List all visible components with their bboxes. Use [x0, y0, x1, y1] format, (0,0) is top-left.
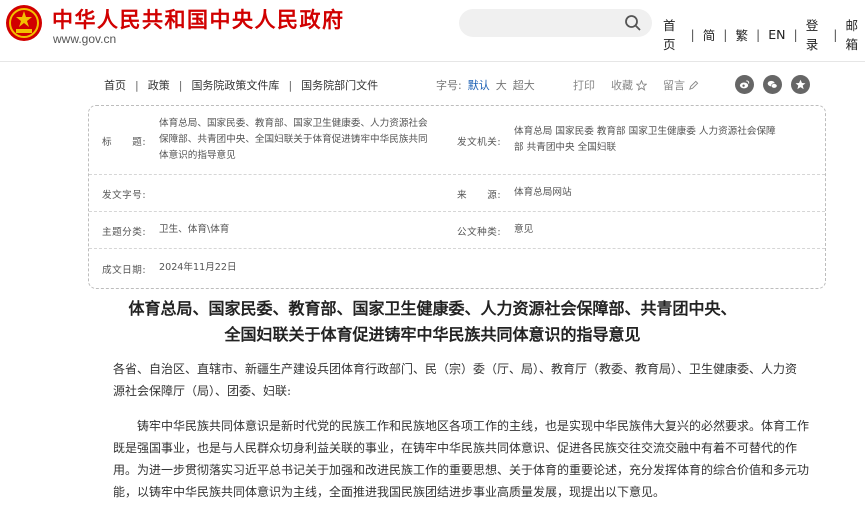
weibo-icon[interactable] [735, 75, 754, 94]
breadcrumb-policy[interactable]: 政策 [148, 77, 170, 93]
article-title-line: 全国妇联关于体育促进铸牢中华民族共同体意识的指导意见 [224, 325, 641, 344]
body-line: 能，以铸牢中华民族共同体意识为主线，全面推进我国民族团结进步事业高质量发展，现提… [113, 485, 666, 499]
info-row-docno: 发文字号: 来 源: 体育总局网站 [89, 175, 825, 212]
article-title: 体育总局、国家民委、教育部、国家卫生健康委、人力资源社会保障部、共青团中央、 全… [0, 296, 865, 348]
nav-english[interactable]: EN [768, 27, 785, 42]
breadcrumb: 首页 | 政策 | 国务院政策文件库 | 国务院部门文件 [104, 77, 378, 93]
nav-divider: | [756, 26, 761, 42]
nav-divider: | [690, 26, 695, 42]
nav-mail[interactable]: 邮箱 [845, 15, 865, 53]
article-body: 铸牢中华民族共同体意识是新时代党的民族工作和民族地区各项工作的主线，也是实现中华… [113, 415, 833, 503]
print-button[interactable]: 打印 [573, 77, 595, 93]
genre-label: 公文种类: [457, 227, 502, 238]
source-label: 来 源: [457, 190, 502, 201]
source-value: 体育总局网站 [514, 187, 572, 198]
font-size-large[interactable]: 大 [496, 77, 507, 93]
title-label: 标 题: [102, 137, 147, 148]
nav-divider: | [723, 26, 728, 42]
site-url: www.gov.cn [53, 32, 117, 46]
nav-home[interactable]: 首页 [663, 15, 683, 53]
title-value: 体育总局、国家民委、教育部、国家卫生健康委、人力资源社会 保障部、共青团中央、全… [159, 116, 459, 164]
article-title-line: 体育总局、国家民委、教育部、国家卫生健康委、人力资源社会保障部、共青团中央、 [128, 299, 737, 318]
wechat-icon[interactable] [763, 75, 782, 94]
issuer-value-line: 体育总局 国家民委 教育部 国家卫生健康委 人力资源社会保障 [514, 126, 776, 137]
nav-traditional[interactable]: 繁 [736, 25, 749, 44]
body-line: 铸牢中华民族共同体意识是新时代党的民族工作和民族地区各项工作的主线，也是实现中华… [137, 419, 810, 433]
date-label: 成文日期: [102, 265, 147, 276]
issuer-value-line: 部 共青团中央 全国妇联 [514, 142, 617, 153]
font-size-switcher: 字号: 默认 大 超大 [436, 77, 535, 93]
info-row-topic: 主题分类: 卫生、体育\体育 公文种类: 意见 [89, 212, 825, 249]
info-row-title: 标 题: 体育总局、国家民委、教育部、国家卫生健康委、人力资源社会 保障部、共青… [89, 106, 825, 175]
search-icon[interactable] [624, 14, 642, 32]
title-value-line: 保障部、共青团中央、全国妇联关于体育促进铸牢中华民族共同 [159, 134, 428, 145]
font-size-xlarge[interactable]: 超大 [513, 77, 535, 93]
body-line: 用。为进一步贯彻落实习近平总书记关于加强和改进民族工作的重要思想、关于体育的重要… [113, 463, 810, 477]
salutation-line: 源社会保障厅（局）、团委、妇联: [113, 384, 292, 398]
issuer-value: 体育总局 国家民委 教育部 国家卫生健康委 人力资源社会保障 部 共青团中央 全… [514, 124, 814, 156]
font-size-default[interactable]: 默认 [468, 77, 490, 93]
favorite-button[interactable]: 收藏 [611, 77, 633, 93]
breadcrumb-home[interactable]: 首页 [104, 77, 126, 93]
title-value-line: 体意识的指导意见 [159, 150, 236, 161]
nav-login[interactable]: 登录 [806, 15, 826, 53]
breadcrumb-policy-library[interactable]: 国务院政策文件库 [191, 77, 279, 93]
site-title[interactable]: 中华人民共和国中央人民政府 [52, 4, 345, 34]
font-size-label: 字号: [436, 79, 462, 92]
qzone-icon[interactable] [791, 75, 810, 94]
breadcrumb-department-docs[interactable]: 国务院部门文件 [301, 77, 378, 93]
breadcrumb-separator: | [288, 78, 293, 92]
genre-value: 意见 [514, 224, 534, 235]
breadcrumb-separator: | [178, 78, 183, 92]
topic-value: 卫生、体育\体育 [159, 224, 230, 235]
doc-number-label: 发文字号: [102, 190, 147, 201]
salutation-line: 各省、自治区、直辖市、新疆生产建设兵团体育行政部门、民（宗）委（厅、局）、教育厅… [113, 362, 798, 376]
search-input[interactable] [459, 9, 652, 37]
document-info-box: 标 题: 体育总局、国家民委、教育部、国家卫生健康委、人力资源社会 保障部、共青… [88, 105, 826, 289]
nav-divider: | [833, 26, 838, 42]
article-salutation: 各省、自治区、直辖市、新疆生产建设兵团体育行政部门、民（宗）委（厅、局）、教育厅… [113, 358, 833, 402]
article-tools: 打印 收藏 留言 [573, 77, 699, 93]
star-icon[interactable] [636, 79, 647, 91]
nav-simplified[interactable]: 简 [703, 25, 716, 44]
topic-label: 主题分类: [102, 227, 147, 238]
date-value: 2024年11月22日 [159, 262, 237, 273]
issuer-label: 发文机关: [457, 137, 502, 148]
body-line: 既是强国事业，也是与人民群众切身利益关联的事业，在铸牢中华民族共同体意识、促进各… [113, 441, 798, 455]
site-header: 中华人民共和国中央人民政府 www.gov.cn 首页 | 简 | 繁 | EN… [0, 0, 865, 62]
national-emblem-icon[interactable] [4, 3, 44, 43]
title-value-line: 体育总局、国家民委、教育部、国家卫生健康委、人力资源社会 [159, 118, 428, 129]
breadcrumb-separator: | [135, 78, 139, 92]
pencil-icon[interactable] [688, 80, 699, 91]
top-nav: 首页 | 简 | 繁 | EN | 登录 | 邮箱 [663, 15, 865, 53]
info-row-date: 成文日期: 2024年11月22日 [89, 249, 825, 289]
nav-divider: | [793, 26, 798, 42]
comment-button[interactable]: 留言 [663, 77, 685, 93]
share-icons [735, 75, 810, 94]
